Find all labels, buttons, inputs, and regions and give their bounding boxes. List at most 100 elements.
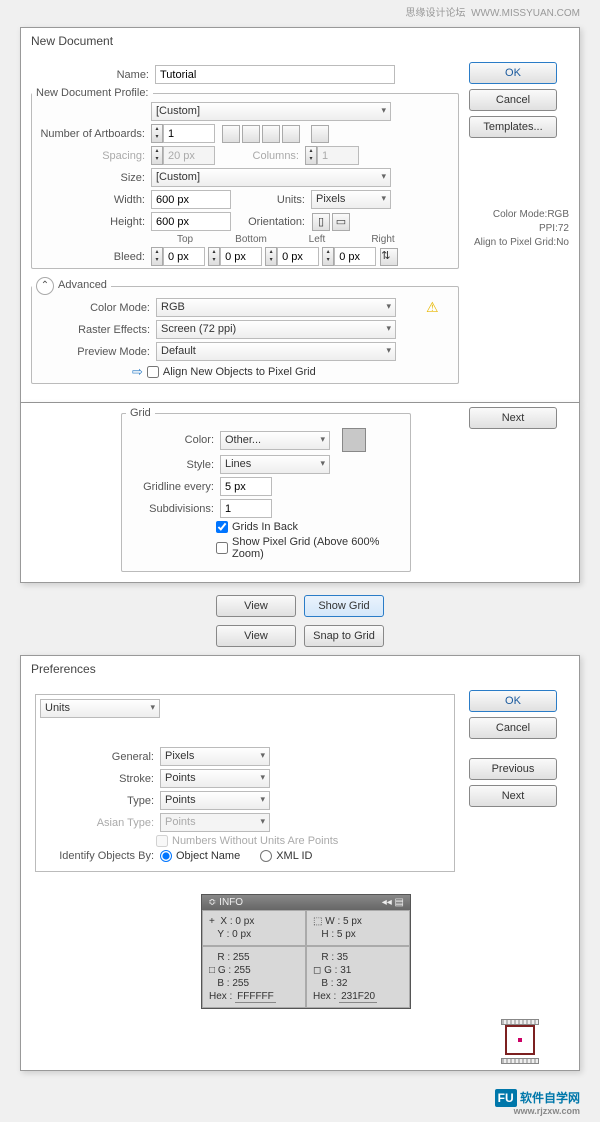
raster-label: Raster Effects:: [36, 324, 156, 336]
size-label: Size:: [36, 172, 151, 184]
align-pixel-grid-checkbox[interactable]: [147, 366, 159, 378]
height-input[interactable]: [151, 212, 231, 231]
grid-sub-input[interactable]: [220, 499, 272, 518]
identify-label: Identify Objects By:: [40, 850, 160, 862]
footer-brand: 软件自学网: [520, 1091, 580, 1105]
preview-select[interactable]: Default: [156, 342, 396, 361]
grid-style-label: Style:: [130, 459, 220, 471]
footer-url: www.rjzxw.com: [20, 1106, 580, 1116]
cancel-button[interactable]: Cancel: [469, 89, 557, 111]
advanced-legend: ⌃Advanced: [32, 277, 111, 295]
grid-every-input[interactable]: [220, 477, 272, 496]
grid-every-label: Gridline every:: [130, 481, 220, 493]
prefs-next-button[interactable]: Next: [469, 785, 557, 807]
type-select[interactable]: Points: [160, 791, 270, 810]
asian-select: Points: [160, 813, 270, 832]
sample-swatch-area: [461, 1019, 579, 1064]
general-label: General:: [40, 751, 160, 763]
info-xy-cell: + X : 0 px Y : 0 px: [202, 910, 306, 946]
raster-select[interactable]: Screen (72 ppi): [156, 320, 396, 339]
spacing-label: Spacing:: [36, 150, 151, 162]
columns-input: [317, 146, 359, 165]
prefs-section-select[interactable]: Units: [40, 699, 160, 718]
grid-color-select[interactable]: Other...: [220, 431, 330, 450]
portrait-icon[interactable]: ▯: [312, 213, 330, 231]
grid-by-row-icon[interactable]: [222, 125, 240, 143]
bleed-headers: TopBottomLeftRight: [152, 234, 458, 245]
show-pixel-grid-checkbox[interactable]: [216, 542, 228, 554]
height-label: Height:: [36, 216, 151, 228]
bleed-left-input[interactable]: [277, 247, 319, 266]
dialog-title: New Document: [21, 28, 579, 54]
stroke-select[interactable]: Points: [160, 769, 270, 788]
advanced-fieldset: ⌃Advanced Color Mode: RGB ⚠ Raster Effec…: [31, 277, 459, 384]
view-button-1[interactable]: View: [216, 595, 296, 617]
advanced-expander[interactable]: ⌃: [36, 277, 54, 295]
col-icon[interactable]: [282, 125, 300, 143]
page-header: 思缘设计论坛 WWW.MISSYUAN.COM: [0, 0, 600, 23]
units-label: Units:: [231, 194, 311, 206]
units-select[interactable]: Pixels: [311, 190, 391, 209]
view-button-2[interactable]: View: [216, 625, 296, 647]
prefs-title: Preferences: [21, 656, 579, 682]
ok-button[interactable]: OK: [469, 62, 557, 84]
new-document-dialog: New Document Name: New Document Profile:…: [20, 27, 580, 403]
grid-by-col-icon[interactable]: [242, 125, 260, 143]
colormode-select[interactable]: RGB: [156, 298, 396, 317]
preview-label: Preview Mode:: [36, 346, 156, 358]
profile-select[interactable]: [Custom]: [151, 102, 391, 121]
stroke-label: Stroke:: [40, 773, 160, 785]
grids-in-back-checkbox[interactable]: [216, 521, 228, 533]
general-select[interactable]: Pixels: [160, 747, 270, 766]
info-stroke-cell: R : 35 ◻ G : 31 B : 32 Hex : 231F20: [306, 946, 410, 1008]
grids-in-back-label: Grids In Back: [232, 521, 298, 533]
name-label: Name:: [35, 69, 155, 81]
asian-label: Asian Type:: [40, 817, 160, 829]
grid-sub-label: Subdivisions:: [130, 503, 220, 515]
info-text: Color Mode:RGB PPI:72 Align to Pixel Gri…: [469, 208, 569, 250]
page-footer: FU 软件自学网 www.rjzxw.com: [0, 1083, 600, 1122]
templates-button[interactable]: Templates...: [469, 116, 557, 138]
snap-to-grid-button[interactable]: Snap to Grid: [304, 625, 384, 647]
grid-style-select[interactable]: Lines: [220, 455, 330, 474]
profile-label: New Document Profile:: [32, 87, 153, 99]
prefs-previous-button[interactable]: Previous: [469, 758, 557, 780]
name-input[interactable]: [155, 65, 395, 84]
columns-label: Columns:: [215, 150, 305, 162]
artboards-label: Number of Artboards:: [36, 128, 151, 140]
grid-color-swatch[interactable]: [342, 428, 366, 452]
row-icon[interactable]: [262, 125, 280, 143]
prefs-cancel-button[interactable]: Cancel: [469, 717, 557, 739]
width-label: Width:: [36, 194, 151, 206]
bleed-bottom-input[interactable]: [220, 247, 262, 266]
prefs-ok-button[interactable]: OK: [469, 690, 557, 712]
prefs-box: Units General: Pixels Stroke: Points Typ…: [35, 694, 455, 872]
direction-icon[interactable]: [311, 125, 329, 143]
bleed-right-input[interactable]: [334, 247, 376, 266]
info-panel-collapse-icon[interactable]: ◂◂ ▤: [382, 897, 404, 908]
columns-spinner: ▴▾: [305, 146, 317, 165]
landscape-icon[interactable]: ▭: [332, 213, 350, 231]
info-fill-cell: R : 255 □ G : 255 B : 255 Hex : FFFFFF: [202, 946, 306, 1008]
colormode-label: Color Mode:: [36, 302, 156, 314]
bleed-top-input[interactable]: [163, 247, 205, 266]
warning-icon: ⚠: [426, 299, 439, 316]
bleed-label: Bleed:: [36, 251, 151, 263]
size-select[interactable]: [Custom]: [151, 168, 391, 187]
view-snapgrid-bar: View Snap to Grid: [0, 625, 600, 647]
grid-next-button[interactable]: Next: [469, 407, 557, 429]
grid-color-label: Color:: [130, 434, 220, 446]
show-grid-button[interactable]: Show Grid: [304, 595, 384, 617]
pointer-arrow-icon: ⇨: [132, 364, 143, 380]
show-pixel-grid-label: Show Pixel Grid (Above 600% Zoom): [232, 536, 402, 560]
align-pixel-grid-label: Align New Objects to Pixel Grid: [163, 366, 316, 378]
object-name-radio[interactable]: [160, 850, 172, 862]
grid-dialog: Grid Color: Other... Style: Lines Gridli…: [20, 403, 580, 583]
view-showgrid-bar: View Show Grid: [0, 595, 600, 617]
xml-id-radio[interactable]: [260, 850, 272, 862]
artboards-spinner[interactable]: ▴▾: [151, 124, 163, 143]
profile-fieldset: New Document Profile: [Custom] Number of…: [31, 87, 459, 269]
link-bleed-icon[interactable]: ⇅: [380, 248, 398, 266]
width-input[interactable]: [151, 190, 231, 209]
artboards-input[interactable]: [163, 124, 215, 143]
